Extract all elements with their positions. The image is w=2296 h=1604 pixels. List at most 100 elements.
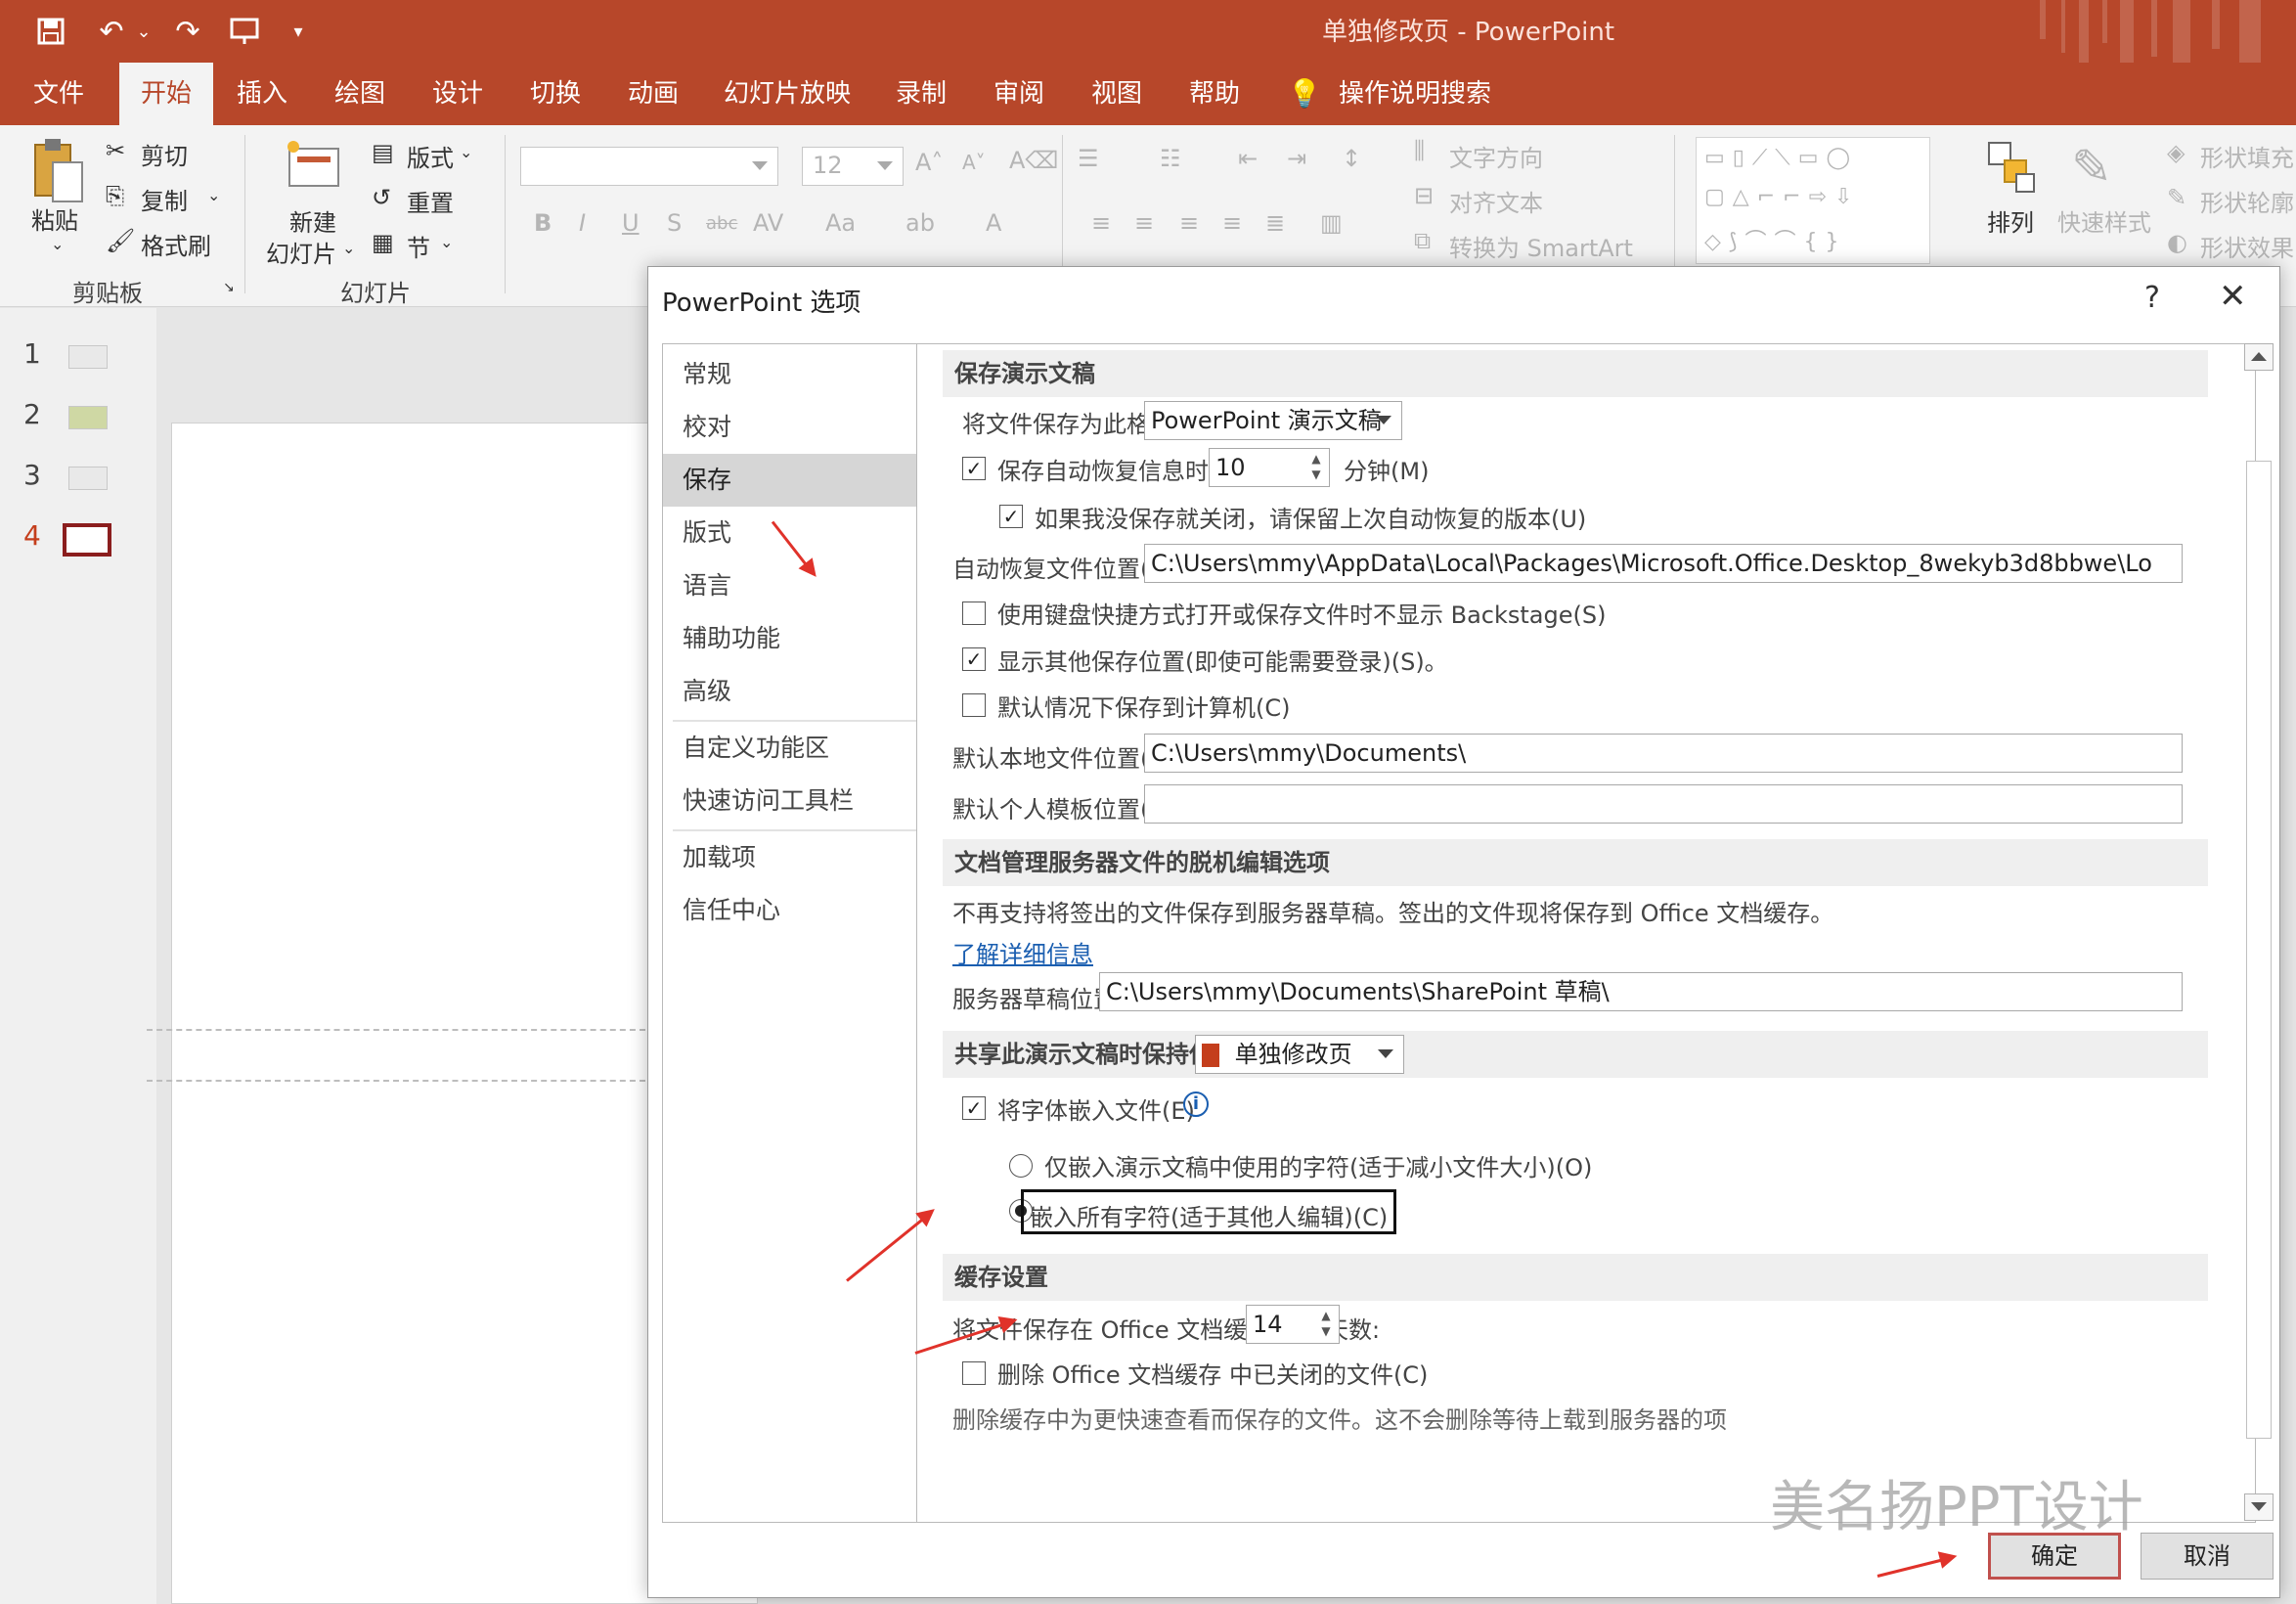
align-right-icon[interactable]: ≡: [1179, 209, 1199, 237]
font-size-combo[interactable]: 12: [802, 147, 904, 186]
local-path-input[interactable]: C:\Users\mmy\Documents\: [1144, 734, 2183, 773]
tab-draw[interactable]: 绘图: [319, 63, 401, 125]
tell-me-search[interactable]: 操作说明搜索: [1332, 63, 1498, 125]
undo-icon[interactable]: ↶: [90, 10, 133, 53]
strikethrough-icon[interactable]: abc: [706, 213, 737, 234]
help-icon[interactable]: ?: [2144, 281, 2160, 315]
info-icon[interactable]: i: [1183, 1092, 1209, 1117]
font-color-icon[interactable]: A: [986, 209, 1001, 237]
embed-fonts-checkbox[interactable]: ✓: [962, 1096, 986, 1120]
tab-help[interactable]: 帮助: [1173, 63, 1256, 125]
chevron-down-icon[interactable]: ⌄: [440, 233, 453, 251]
chevron-down-icon[interactable]: ⌄: [133, 10, 155, 53]
underline-icon[interactable]: U: [622, 209, 640, 237]
slide-thumbnail-4[interactable]: [63, 523, 111, 557]
tab-design[interactable]: 设计: [417, 63, 499, 125]
keep-last-version-checkbox[interactable]: ✓: [999, 505, 1023, 528]
highlight-icon[interactable]: ab: [905, 209, 935, 237]
chevron-down-icon[interactable]: ⌄: [460, 143, 472, 161]
customize-qat-icon[interactable]: ▾: [286, 10, 311, 53]
tab-slideshow[interactable]: 幻灯片放映: [714, 63, 861, 125]
learn-more-link[interactable]: 了解详细信息: [952, 935, 1093, 969]
clear-format-icon[interactable]: A⌫: [1009, 147, 1058, 174]
numbering-icon[interactable]: ☷: [1160, 145, 1181, 172]
fidelity-doc-select[interactable]: 单独修改页: [1195, 1035, 1404, 1074]
text-direction-button[interactable]: 文字方向: [1449, 139, 1543, 173]
slide-thumbnail-3[interactable]: [68, 467, 108, 490]
arrange-icon[interactable]: [1985, 139, 2040, 207]
shape-outline-button[interactable]: 形状轮廓: [2200, 184, 2294, 218]
embed-used-radio[interactable]: [1009, 1154, 1033, 1178]
show-locations-checkbox[interactable]: ✓: [962, 647, 986, 671]
tab-view[interactable]: 视图: [1076, 63, 1158, 125]
shadow-icon[interactable]: S: [667, 209, 682, 237]
options-scrollbar[interactable]: [2242, 343, 2277, 1523]
align-left-icon[interactable]: ≡: [1091, 209, 1111, 237]
redo-icon[interactable]: ↷: [166, 10, 209, 53]
align-center-icon[interactable]: ≡: [1134, 209, 1154, 237]
line-spacing-icon[interactable]: ↕: [1342, 145, 1361, 172]
reset-button[interactable]: 重置: [407, 184, 454, 218]
shape-effects-button[interactable]: 形状效果: [2200, 229, 2294, 263]
columns-icon[interactable]: ▥: [1320, 209, 1343, 237]
drafts-path-input[interactable]: C:\Users\mmy\Documents\SharePoint 草稿\: [1099, 972, 2183, 1011]
paste-icon[interactable]: [29, 137, 86, 211]
presentation-icon[interactable]: [223, 10, 266, 53]
new-slide-button[interactable]: 新建: [289, 203, 336, 238]
chevron-down-icon[interactable]: ⌄: [51, 235, 64, 253]
autorecover-path-input[interactable]: C:\Users\mmy\AppData\Local\Packages\Micr…: [1144, 544, 2183, 583]
tab-animations[interactable]: 动画: [612, 63, 694, 125]
section-button[interactable]: 节: [407, 229, 430, 263]
cache-days-input[interactable]: 14 ▲ ▼: [1246, 1305, 1340, 1344]
increase-indent-icon[interactable]: ⇥: [1287, 145, 1306, 172]
tab-review[interactable]: 审阅: [978, 63, 1060, 125]
italic-icon[interactable]: I: [579, 209, 586, 237]
decrease-font-icon[interactable]: A˅: [962, 151, 986, 174]
increase-font-icon[interactable]: A˄: [915, 149, 943, 176]
bold-icon[interactable]: B: [534, 209, 552, 237]
distributed-icon[interactable]: ≣: [1265, 209, 1285, 237]
scroll-thumb[interactable]: [2246, 461, 2272, 1439]
change-case-icon[interactable]: Aa: [825, 209, 856, 237]
delete-closed-checkbox[interactable]: [962, 1361, 986, 1385]
chevron-down-icon[interactable]: ⌄: [207, 186, 220, 204]
spinner-icon[interactable]: ▲ ▼: [1317, 1308, 1335, 1341]
dialog-launcher-icon[interactable]: ↘: [223, 280, 235, 295]
shape-fill-button[interactable]: 形状填充: [2200, 139, 2294, 173]
scroll-down-icon[interactable]: [2244, 1493, 2274, 1521]
tab-insert[interactable]: 插入: [223, 63, 301, 125]
new-slide-button-line2[interactable]: 幻灯片: [266, 235, 336, 269]
tab-home[interactable]: 开始: [119, 63, 213, 125]
cancel-button[interactable]: 取消: [2141, 1533, 2274, 1580]
save-to-computer-checkbox[interactable]: [962, 693, 986, 717]
decrease-indent-icon[interactable]: ⇤: [1238, 145, 1258, 172]
copy-button[interactable]: 复制: [141, 182, 188, 216]
arrange-button[interactable]: 排列: [1987, 203, 2034, 238]
tab-record[interactable]: 录制: [880, 63, 962, 125]
autorecover-interval-input[interactable]: 10 ▲ ▼: [1209, 448, 1330, 487]
chevron-down-icon[interactable]: ⌄: [342, 239, 355, 257]
tab-file[interactable]: 文件: [14, 63, 104, 125]
close-icon[interactable]: ✕: [2219, 277, 2247, 316]
smartart-button[interactable]: 转换为 SmartArt: [1449, 229, 1633, 263]
template-path-input[interactable]: [1144, 784, 2183, 824]
new-slide-icon[interactable]: [284, 139, 344, 201]
quick-styles-button[interactable]: 快速样式: [2057, 203, 2151, 238]
char-spacing-icon[interactable]: AV: [753, 209, 783, 237]
slide-thumbnail-2[interactable]: [68, 406, 108, 429]
no-backstage-checkbox[interactable]: [962, 602, 986, 625]
save-format-select[interactable]: PowerPoint 演示文稿: [1144, 401, 1402, 440]
format-painter-button[interactable]: 格式刷: [141, 227, 211, 261]
justify-icon[interactable]: ≡: [1222, 209, 1242, 237]
shapes-gallery[interactable]: ▭▯⟋⟍▭◯ ▢△⌐⌐⇨⇩ ◇⟆⌒⌒{}: [1696, 137, 1930, 264]
layout-button[interactable]: 版式: [407, 139, 454, 173]
cut-button[interactable]: 剪切: [141, 137, 188, 171]
tab-transitions[interactable]: 切换: [514, 63, 596, 125]
spinner-icon[interactable]: ▲ ▼: [1307, 451, 1325, 484]
font-name-combo[interactable]: [520, 147, 778, 186]
bullets-icon[interactable]: ☰: [1078, 145, 1099, 172]
align-text-button[interactable]: 对齐文本: [1449, 184, 1543, 218]
slide-thumbnail-1[interactable]: [68, 345, 108, 369]
autorecover-checkbox[interactable]: ✓: [962, 457, 986, 480]
save-icon[interactable]: [29, 10, 72, 53]
